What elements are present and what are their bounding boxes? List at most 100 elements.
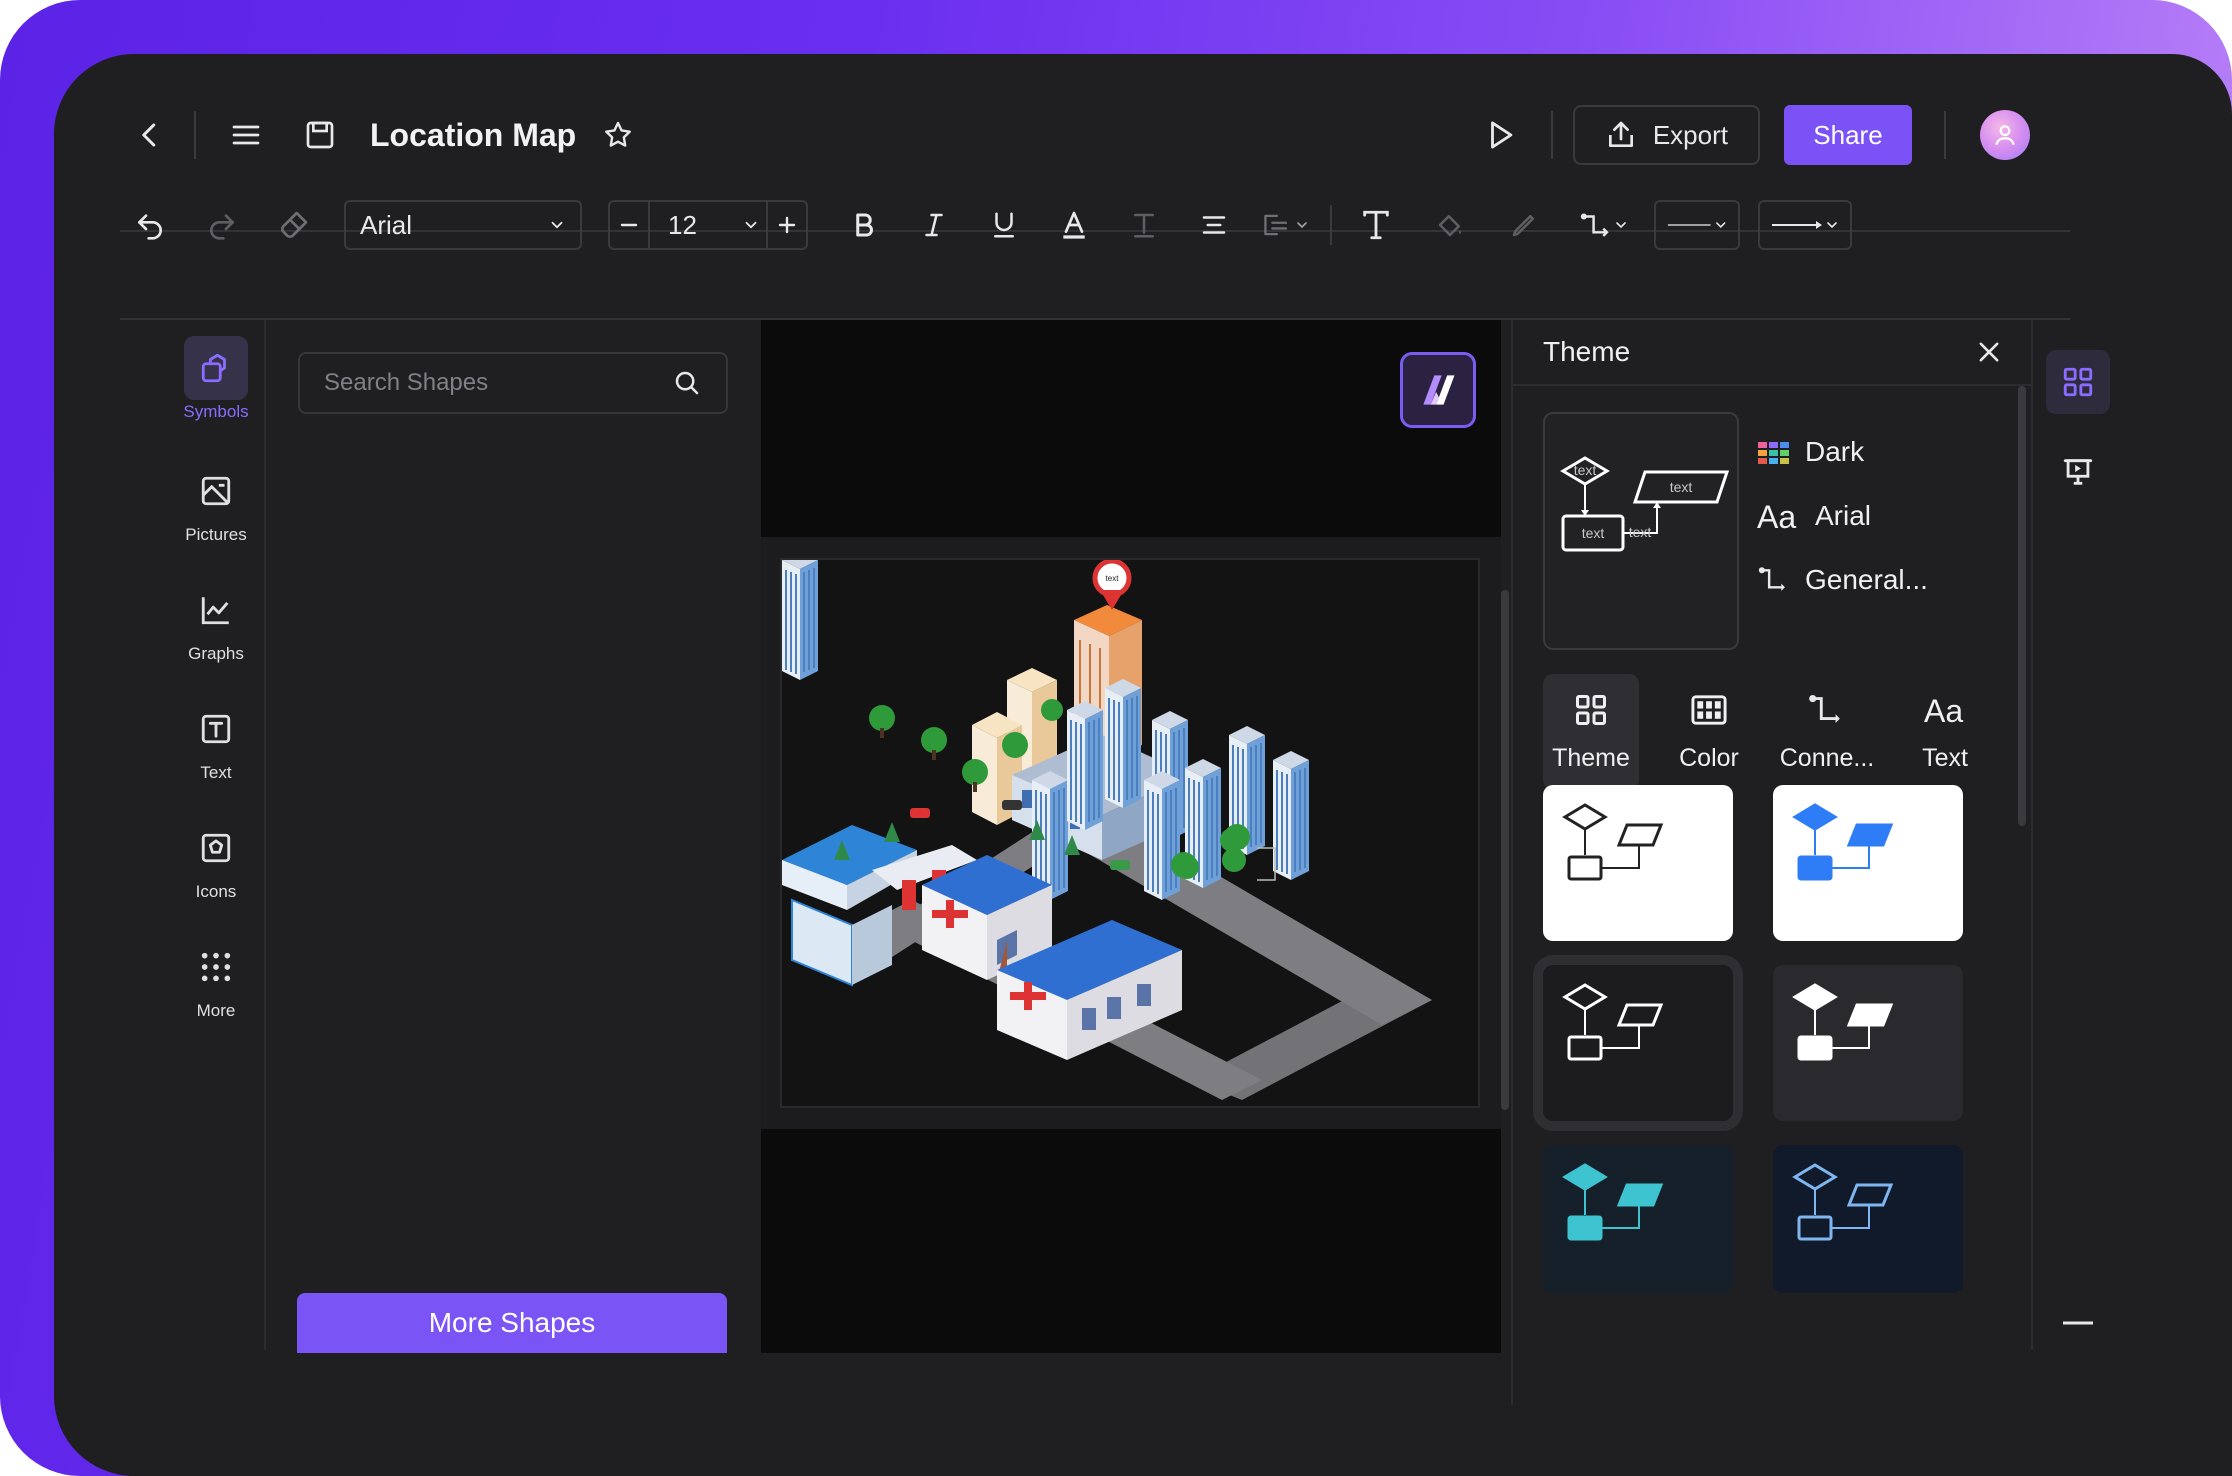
sidebar-item-symbols[interactable]: Symbols [177, 320, 255, 439]
increase-font-button[interactable] [766, 202, 806, 248]
underline-button[interactable] [976, 195, 1032, 255]
minus-icon [2063, 1321, 2093, 1325]
theme-option-diagram [1792, 983, 1894, 1061]
arrow-style-select[interactable] [1758, 200, 1852, 250]
font-family-value: Arial [360, 209, 413, 240]
theme-option-selected[interactable] [1533, 955, 1743, 1131]
preview-process-label: text [1582, 525, 1605, 541]
line-spacing-button[interactable] [1254, 195, 1318, 255]
isometric-city-illustration[interactable]: text [782, 551, 1482, 1110]
text-tool-button[interactable] [1348, 195, 1404, 255]
align-button[interactable] [1186, 195, 1242, 255]
theme-option[interactable] [1543, 1145, 1733, 1293]
undo-button[interactable] [120, 195, 180, 255]
theme-option[interactable] [1543, 785, 1733, 941]
font-color-button[interactable] [1046, 195, 1102, 255]
more-shapes-button[interactable]: More Shapes [297, 1293, 727, 1353]
diagram-page[interactable]: text [780, 551, 1482, 1110]
pen-icon [1512, 215, 1534, 237]
connector-line [1831, 1025, 1870, 1049]
svg-text:Aa: Aa [1924, 693, 1963, 728]
connector-icon [1580, 213, 1609, 237]
divider [2031, 320, 2033, 1350]
connector-line [1601, 845, 1640, 869]
process-shape [1797, 1215, 1833, 1241]
data-shape [1846, 1183, 1894, 1207]
tab-color[interactable]: Color [1661, 674, 1757, 790]
bold-button[interactable] [836, 195, 892, 255]
search-icon[interactable] [672, 368, 702, 398]
presentation-icon [2063, 459, 2093, 485]
text-style-button[interactable] [1116, 195, 1172, 255]
collapse-handle[interactable] [2046, 1310, 2110, 1340]
back-button[interactable] [120, 105, 180, 165]
font-family-select[interactable]: Arial [344, 200, 582, 250]
tab-label: Conne... [1779, 743, 1875, 772]
line-style-icon [1667, 224, 1711, 226]
theme-panel-scrollbar[interactable] [2018, 386, 2026, 826]
process-shape [1797, 1035, 1833, 1061]
theme-option[interactable] [1773, 1145, 1963, 1293]
sidebar-item-pictures[interactable]: Pictures [177, 439, 255, 558]
redo-icon [210, 214, 234, 240]
format-painter-icon [281, 211, 308, 238]
menu-button[interactable] [216, 105, 276, 165]
redo-button[interactable] [192, 195, 252, 255]
tab-text[interactable]: Aa Text [1897, 674, 1993, 790]
theme-panel-header: Theme [1513, 320, 2033, 386]
italic-button[interactable] [906, 195, 962, 255]
chevron-down-icon[interactable] [742, 216, 760, 234]
theme-preview[interactable]: text text text text [1543, 412, 1739, 650]
theme-property-label: Dark [1805, 436, 1865, 467]
font-size-value[interactable]: 12 [650, 210, 742, 241]
sidebar-item-icons[interactable]: Icons [177, 796, 255, 915]
decision-shape [1792, 1163, 1838, 1191]
connector-type-button[interactable] [1572, 195, 1636, 255]
font-icon: Aa [1757, 499, 1796, 533]
graph-icon [184, 578, 248, 642]
theme-property-font[interactable]: Aa Arial [1757, 484, 1928, 548]
share-button[interactable]: Share [1784, 105, 1912, 165]
theme-option-diagram [1792, 803, 1894, 881]
search-shapes-box[interactable]: Search Shapes [298, 352, 728, 414]
align-center-icon [1202, 216, 1226, 234]
ai-assistant-button[interactable] [1400, 352, 1476, 428]
tab-connector[interactable]: Conne... [1779, 674, 1875, 790]
sidebar-item-label: Graphs [188, 644, 244, 663]
tab-theme[interactable]: Theme [1543, 674, 1639, 790]
present-button[interactable] [1471, 105, 1531, 165]
sidebar-item-text[interactable]: Text [177, 677, 255, 796]
theme-property-color[interactable]: Dark [1757, 420, 1928, 484]
theme-property-connector[interactable]: General... [1757, 548, 1928, 612]
canvas-scrollbar[interactable] [1501, 590, 1509, 1110]
presentation-button[interactable] [2046, 440, 2110, 504]
theme-option-diagram [1562, 983, 1664, 1061]
fill-button[interactable] [1422, 195, 1478, 255]
theme-tabs: Theme Color Conne... Aa Text [1543, 674, 1993, 790]
chevron-down-icon [1715, 222, 1725, 229]
chevron-down-icon [1827, 222, 1837, 229]
sidebar-item-label: Symbols [183, 402, 249, 421]
close-icon[interactable] [1975, 338, 2003, 366]
save-button[interactable] [290, 105, 350, 165]
theme-property-label: General... [1805, 564, 1928, 595]
favorite-button[interactable] [590, 107, 646, 163]
line-style-select[interactable] [1654, 200, 1740, 250]
process-shape [1567, 1215, 1603, 1241]
pin-label[interactable]: text [1106, 574, 1120, 583]
decrease-font-button[interactable] [610, 202, 650, 248]
line-color-button[interactable] [1496, 195, 1552, 255]
theme-option[interactable] [1773, 965, 1963, 1121]
theme-panel-toggle[interactable] [2046, 350, 2110, 414]
avatar[interactable] [1980, 110, 2030, 160]
sidebar-item-more[interactable]: More [177, 915, 255, 1034]
sidebar-item-graphs[interactable]: Graphs [177, 558, 255, 677]
document-title[interactable]: Location Map [370, 117, 576, 154]
format-painter-button[interactable] [264, 195, 324, 255]
export-button[interactable]: Export [1572, 105, 1760, 165]
search-input[interactable]: Search Shapes [324, 369, 488, 397]
text-style-icon [1134, 213, 1154, 238]
theme-option[interactable] [1773, 785, 1963, 941]
font-size-stepper[interactable]: 12 [608, 200, 808, 250]
underline-icon [994, 212, 1014, 238]
